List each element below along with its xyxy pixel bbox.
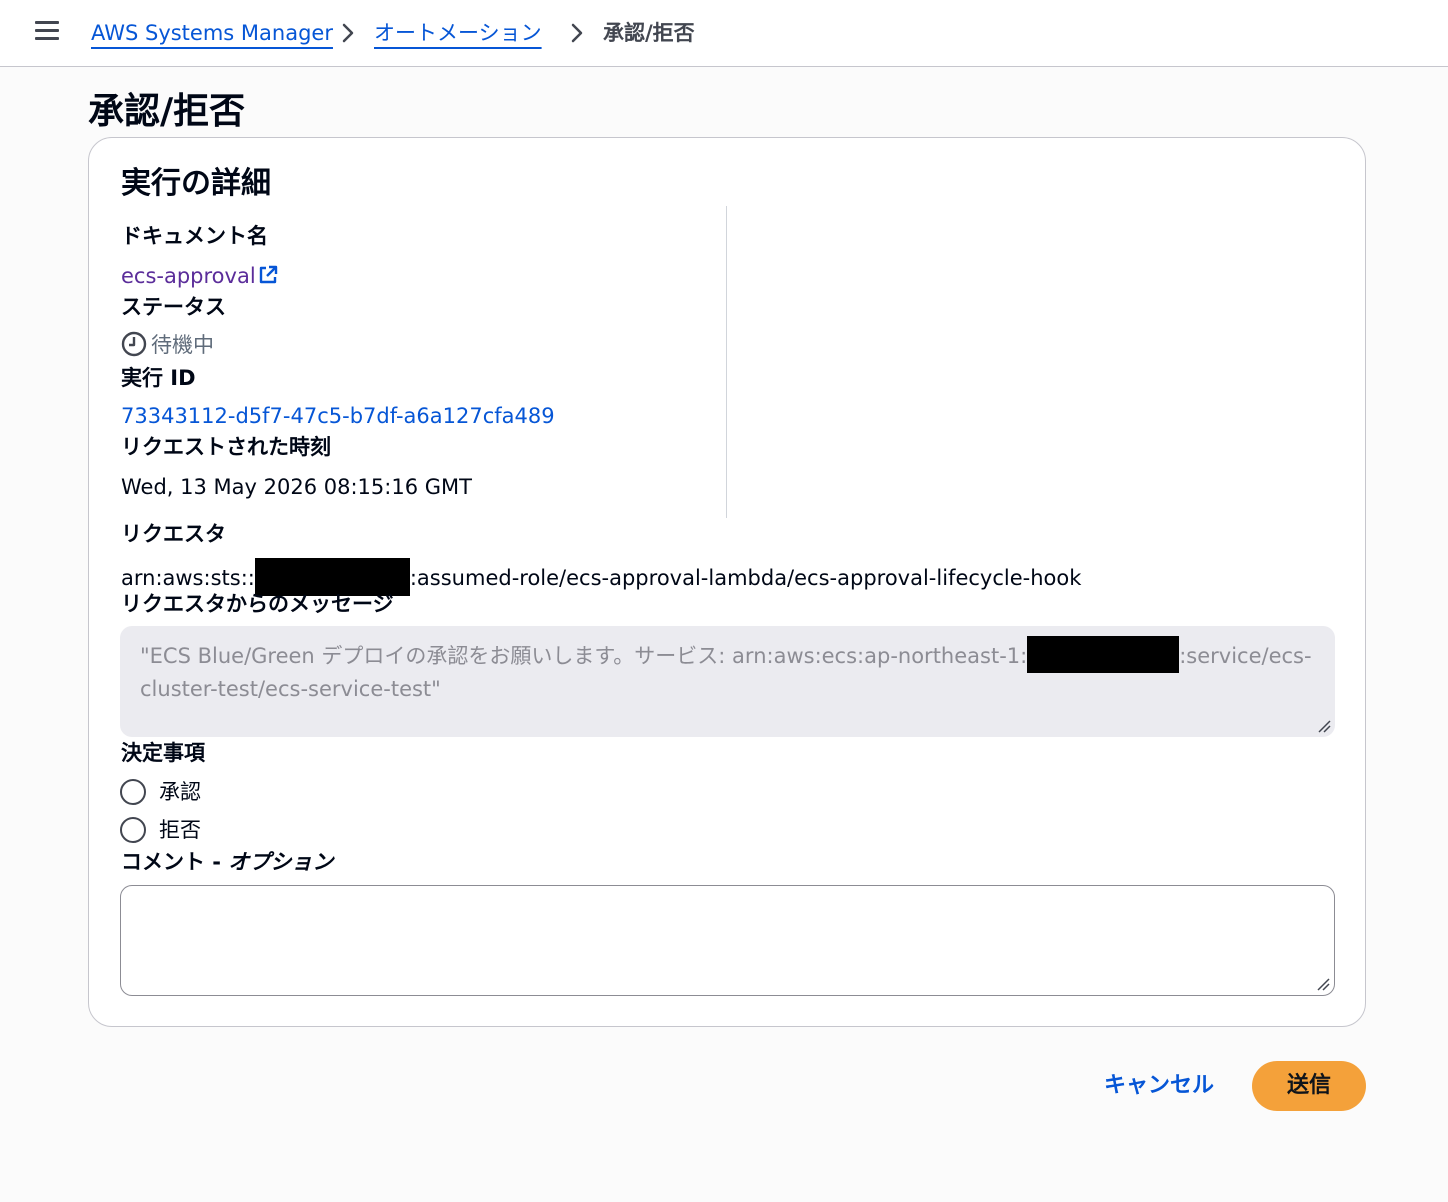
requester-arn-suffix: :assumed-role/ecs-approval-lambda/ecs-ap…	[409, 566, 1082, 590]
status-label: ステータス	[121, 295, 226, 319]
document-name-link[interactable]: ecs-approval	[121, 261, 278, 291]
breadcrumb-item-systems-manager[interactable]: AWS Systems Manager	[91, 18, 333, 48]
clock-icon	[121, 331, 147, 357]
message-text-part1: "ECS Blue/Green デプロイの承認をお願いします。サービス: arn…	[140, 644, 1028, 668]
document-name-value[interactable]: ecs-approval	[121, 264, 256, 288]
status-value: 待機中	[151, 333, 214, 357]
comment-label-main: コメント -	[121, 850, 229, 874]
comment-textarea[interactable]	[120, 885, 1335, 996]
section-title: 実行の詳細	[121, 166, 271, 201]
column-divider	[726, 206, 727, 518]
requester-arn-prefix: arn:aws:sts::	[121, 566, 255, 590]
top-navigation-bar: AWS Systems Manager オートメーション 承認/拒否	[0, 0, 1448, 67]
breadcrumb-item-automation[interactable]: オートメーション	[374, 18, 542, 48]
document-name-label: ドキュメント名	[121, 224, 268, 248]
radio-reject[interactable]	[120, 817, 146, 843]
approve-option-label[interactable]: 承認	[159, 777, 201, 807]
decision-label: 決定事項	[121, 741, 205, 765]
breadcrumb-current: 承認/拒否	[603, 21, 695, 45]
external-link-icon[interactable]	[258, 265, 278, 285]
execution-id-link[interactable]: 73343112-d5f7-47c5-b7df-a6a127cfa489	[121, 401, 555, 431]
resize-handle-icon[interactable]	[1316, 977, 1330, 991]
reject-option-label[interactable]: 拒否	[159, 815, 201, 845]
message-label: リクエスタからのメッセージ	[121, 592, 394, 616]
resize-handle-icon[interactable]	[1317, 719, 1331, 733]
comment-label: コメント - オプション	[121, 847, 333, 877]
status-indicator: 待機中	[121, 330, 214, 360]
radio-approve[interactable]	[120, 779, 146, 805]
submit-button[interactable]: 送信	[1252, 1061, 1366, 1111]
chevron-right-icon	[342, 23, 354, 43]
execution-details-card: 実行の詳細 ドキュメント名 ecs-approval ステータス 待機中 実行 …	[88, 137, 1366, 1027]
comment-label-optional: オプション	[228, 850, 334, 874]
menu-icon[interactable]	[35, 21, 59, 41]
requested-time-value: Wed, 13 May 2026 08:15:16 GMT	[121, 475, 472, 499]
requested-time-label: リクエストされた時刻	[121, 435, 331, 459]
chevron-right-icon	[571, 23, 583, 43]
requester-label: リクエスタ	[121, 522, 226, 546]
requester-message-textarea[interactable]: "ECS Blue/Green デプロイの承認をお願いします。サービス: arn…	[120, 626, 1335, 737]
cancel-button[interactable]: キャンセル	[1092, 1066, 1226, 1106]
page-title: 承認/拒否	[88, 91, 246, 132]
redacted-account-id	[1027, 636, 1180, 673]
execution-id-label: 実行 ID	[121, 366, 196, 390]
